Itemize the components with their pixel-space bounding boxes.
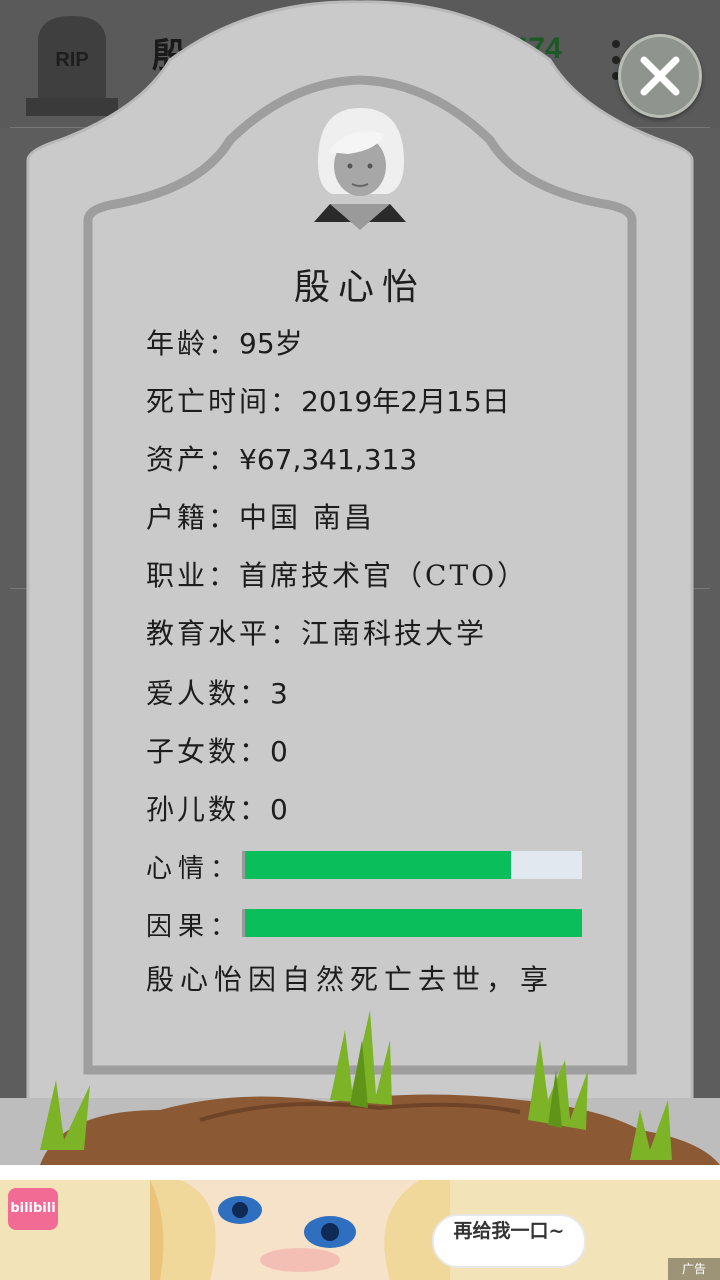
hukou-value: 中国 南昌	[239, 501, 375, 534]
close-icon	[640, 56, 680, 96]
job-row: 职业：首席技术官（CTO）	[146, 554, 528, 594]
close-button[interactable]	[618, 34, 702, 118]
anime-girl-illustration	[150, 1180, 450, 1280]
assets-label: 资产：	[146, 443, 240, 476]
children-label: 子女数：	[146, 735, 271, 768]
job-value: 首席技术官（CTO）	[239, 559, 529, 592]
karma-label: 因果：	[146, 912, 243, 942]
lovers-value: 3	[270, 677, 288, 710]
karma-bar-fill	[245, 909, 582, 937]
mood-bar	[242, 851, 582, 879]
education-label: 教育水平：	[146, 617, 302, 650]
children-value: 0	[270, 735, 288, 768]
assets-row: 资产：¥67,341,313	[146, 438, 417, 478]
lovers-row: 爱人数：3	[146, 672, 288, 712]
lovers-label: 爱人数：	[146, 677, 271, 710]
elderly-woman-avatar-icon	[314, 108, 406, 230]
death-time-label: 死亡时间：	[146, 385, 302, 418]
mood-label: 心情：	[146, 854, 243, 884]
assets-value: ¥67,341,313	[239, 443, 418, 476]
job-label: 职业：	[146, 559, 240, 592]
mood-bar-fill	[245, 851, 512, 879]
ad-label: 广告	[668, 1258, 720, 1280]
grandchildren-label: 孙儿数：	[146, 793, 271, 826]
hukou-row: 户籍：中国 南昌	[146, 496, 375, 536]
ad-banner[interactable]: bilibili 再给我一口~	[0, 1180, 720, 1280]
grandchildren-row: 孙儿数：0	[146, 788, 288, 828]
deceased-name: 殷心怡	[293, 267, 426, 308]
karma-bar	[242, 909, 582, 937]
age-row: 年龄：95岁	[146, 322, 303, 362]
age-label: 年龄：	[146, 327, 240, 360]
bilibili-logo: bilibili	[8, 1188, 58, 1230]
death-time-row: 死亡时间：2019年2月15日	[146, 380, 510, 420]
hukou-label: 户籍：	[146, 501, 240, 534]
children-row: 子女数：0	[146, 730, 288, 770]
epitaph-text: 殷心怡因自然死亡去世，享	[146, 963, 555, 996]
education-value: 江南科技大学	[301, 617, 488, 650]
age-value: 95岁	[239, 327, 303, 360]
ad-separator	[0, 1165, 720, 1180]
death-time-value: 2019年2月15日	[301, 385, 510, 418]
education-row: 教育水平：江南科技大学	[146, 612, 487, 652]
grandchildren-value: 0	[270, 793, 288, 826]
ad-speech-bubble: 再给我一口~	[432, 1214, 586, 1268]
